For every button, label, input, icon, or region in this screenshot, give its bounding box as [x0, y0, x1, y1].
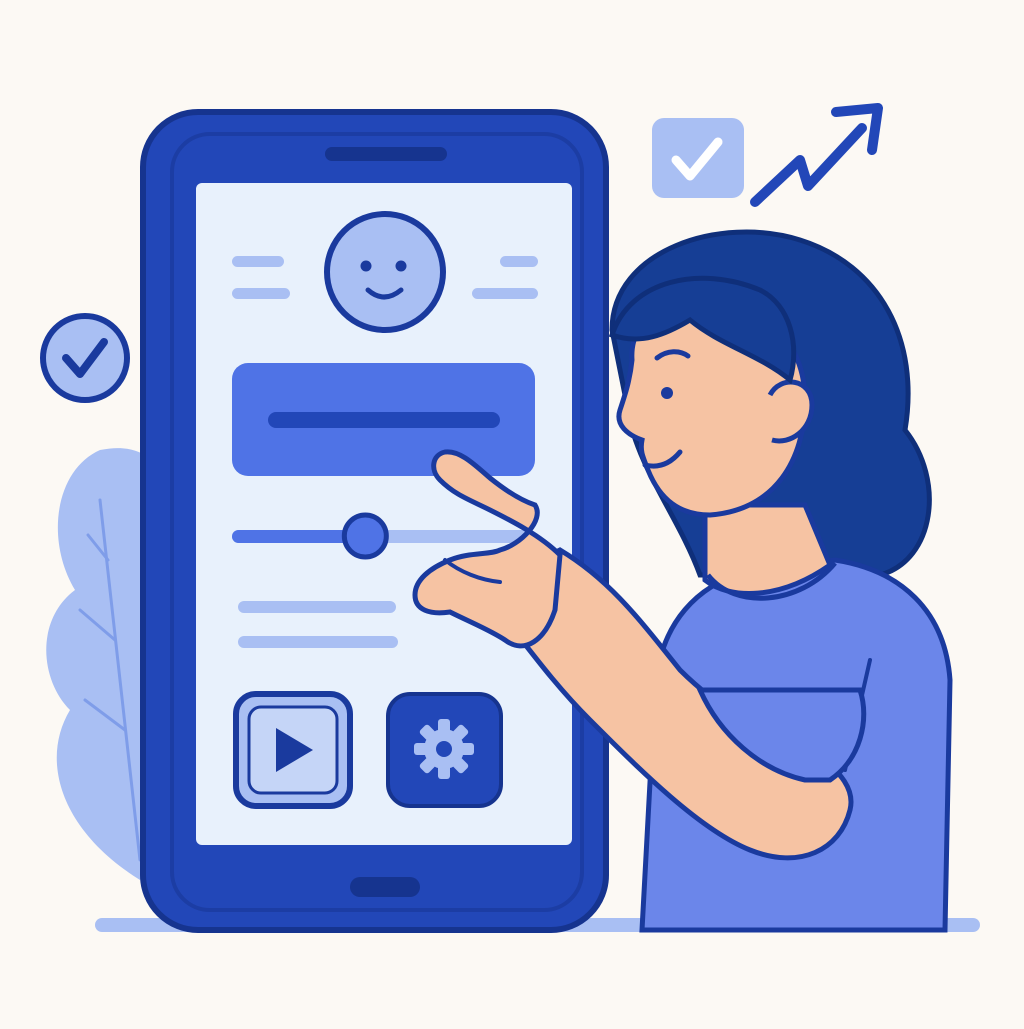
content-line	[238, 601, 396, 613]
phone-speaker	[325, 147, 447, 161]
trend-up-arrow-icon	[750, 103, 883, 207]
primary-action-bar[interactable]	[232, 363, 535, 476]
header-line	[500, 256, 538, 267]
slider-thumb[interactable]	[341, 512, 389, 560]
settings-button[interactable]	[386, 692, 503, 808]
avatar[interactable]	[324, 211, 446, 333]
header-line	[472, 288, 538, 299]
header-line	[232, 256, 284, 267]
header-line	[232, 288, 290, 299]
check-circle-badge	[40, 313, 130, 403]
illustration-canvas	[40, 103, 980, 933]
phone-home-button	[350, 877, 420, 897]
illustration	[0, 0, 1024, 1024]
gear-icon	[414, 719, 474, 779]
avatar-eye	[395, 260, 407, 272]
play-button[interactable]	[233, 691, 353, 809]
content-line	[238, 636, 398, 648]
check-square-badge	[652, 118, 744, 198]
avatar-eye	[360, 260, 372, 272]
eye	[661, 387, 673, 399]
